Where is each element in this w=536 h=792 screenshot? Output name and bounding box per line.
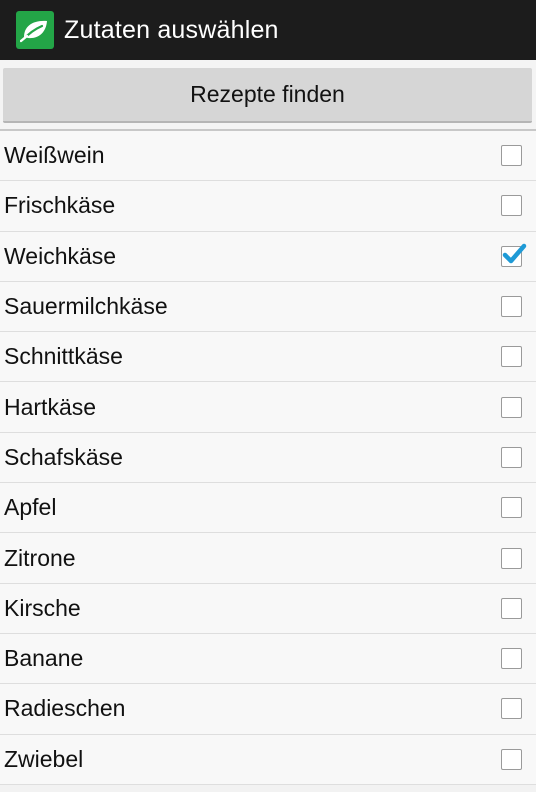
ingredient-checkbox[interactable]	[501, 547, 522, 569]
ingredient-label: Zitrone	[4, 544, 76, 571]
ingredient-label: Frischkäse	[4, 192, 116, 219]
ingredient-label: Sauermilchkäse	[4, 293, 168, 320]
list-item[interactable]: Kirsche	[0, 583, 536, 634]
ingredient-label: Hartkäse	[4, 393, 97, 420]
list-item[interactable]: Radieschen	[0, 684, 536, 735]
list-item[interactable]: Apfel	[0, 483, 536, 534]
list-item[interactable]: Schafskäse	[0, 432, 536, 484]
list-item[interactable]: Sauermilchkäse	[0, 281, 536, 333]
ingredient-label: Schafskäse	[4, 443, 123, 470]
ingredient-label: Radieschen	[4, 695, 126, 722]
button-area: Rezepte finden	[0, 60, 536, 130]
list-item[interactable]: Banane	[0, 633, 536, 685]
ingredient-checkbox[interactable]	[501, 597, 522, 619]
list-item[interactable]: Weichkäse	[0, 231, 536, 282]
list-item[interactable]: Weißwein	[0, 131, 536, 182]
ingredient-label: Kirsche	[4, 594, 81, 621]
ingredient-label: Zwiebel	[4, 745, 84, 772]
ingredient-list: Weißwein Frischkäse Weichkäse Sauermilch…	[0, 131, 536, 785]
list-item[interactable]: Zitrone	[0, 533, 536, 584]
list-item[interactable]: Schnittkäse	[0, 332, 536, 383]
ingredient-label: Weichkäse	[4, 242, 117, 269]
ingredient-checkbox[interactable]	[501, 145, 522, 167]
find-recipes-button[interactable]: Rezepte finden	[3, 68, 532, 123]
ingredient-checkbox[interactable]	[501, 497, 522, 519]
ingredient-checkbox[interactable]	[501, 296, 522, 318]
list-item[interactable]: Zwiebel	[0, 734, 536, 785]
ingredient-label: Banane	[4, 645, 84, 672]
ingredient-checkbox[interactable]	[501, 648, 522, 670]
ingredient-checkbox[interactable]	[501, 346, 522, 368]
ingredient-checkbox[interactable]	[501, 195, 522, 217]
ingredient-checkbox[interactable]	[501, 446, 522, 468]
leaf-app-icon[interactable]	[16, 11, 54, 49]
ingredient-label: Schnittkäse	[4, 343, 123, 370]
list-item[interactable]: Hartkäse	[0, 382, 536, 433]
ingredient-label: Apfel	[4, 494, 57, 521]
ingredient-label: Weißwein	[4, 142, 105, 169]
ingredient-checkbox[interactable]	[501, 243, 527, 267]
page-title: Zutaten auswählen	[64, 15, 279, 44]
list-item[interactable]: Frischkäse	[0, 181, 536, 232]
ingredient-checkbox[interactable]	[501, 396, 522, 418]
ingredient-checkbox[interactable]	[501, 698, 522, 720]
action-bar: Zutaten auswählen	[0, 0, 536, 60]
ingredient-checkbox[interactable]	[501, 748, 522, 770]
